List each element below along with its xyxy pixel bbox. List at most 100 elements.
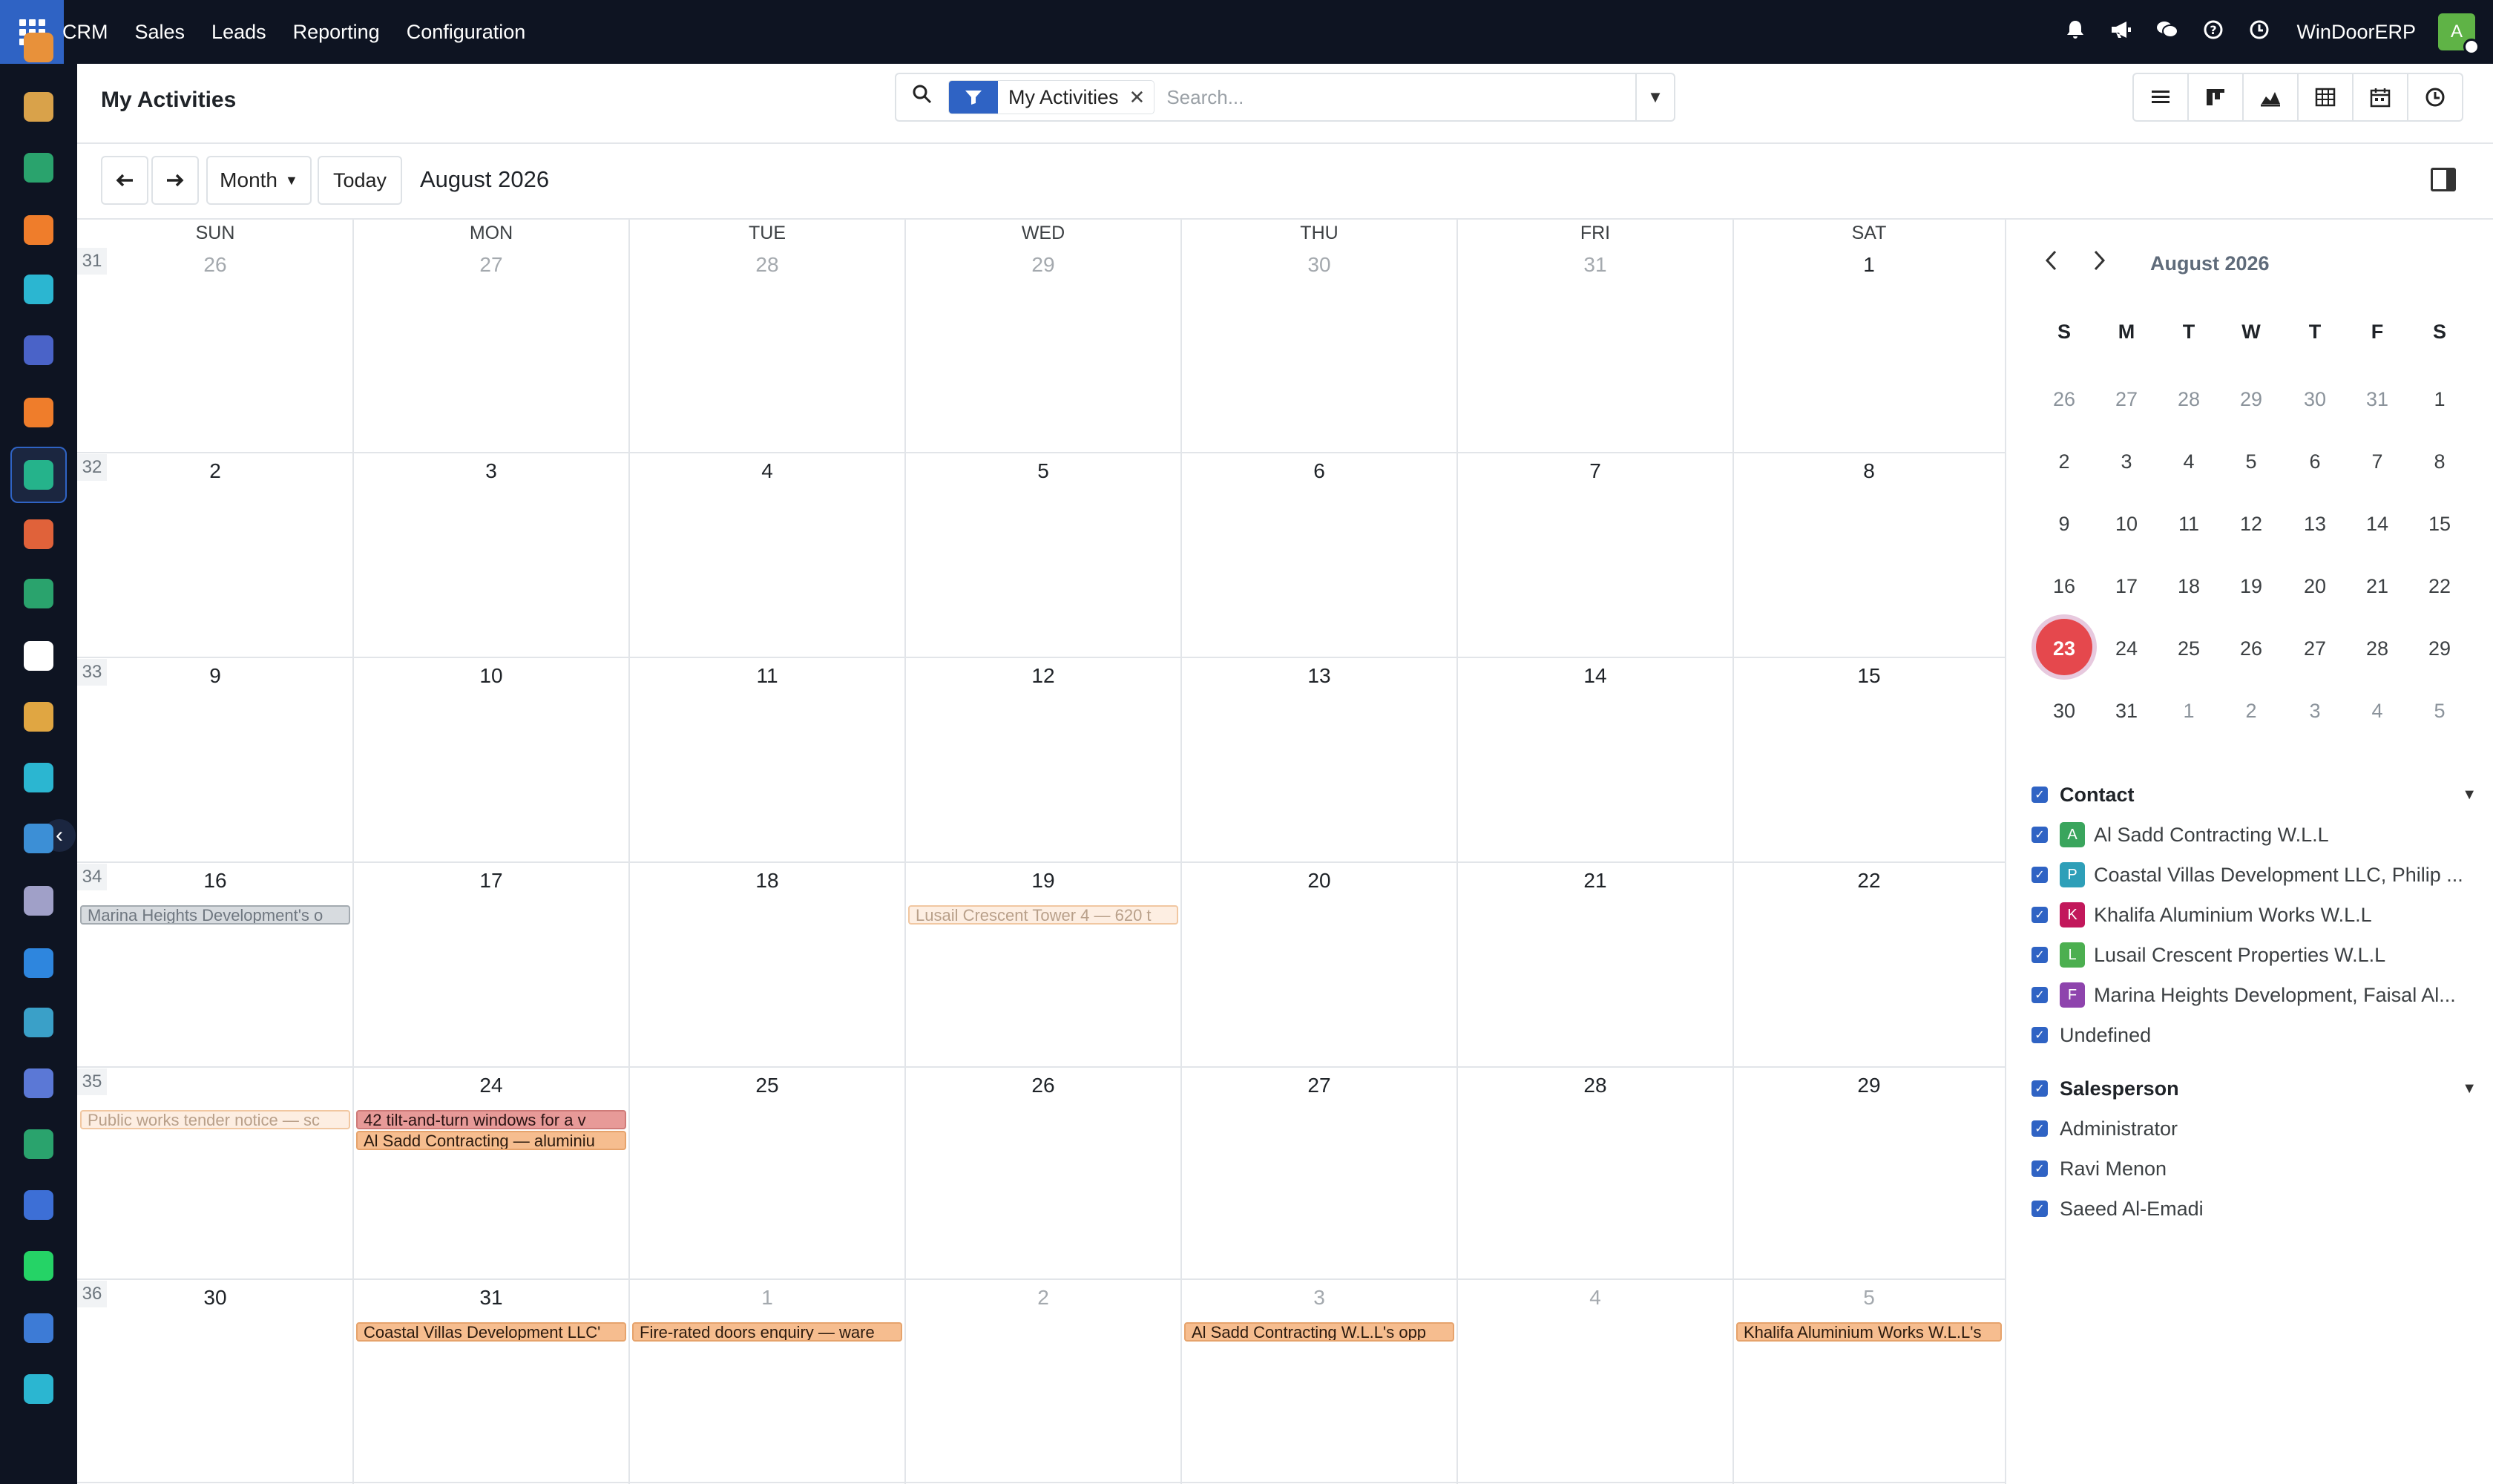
salesperson-filter-item[interactable]: ✓ Administrator (2031, 1109, 2477, 1149)
menu-configuration[interactable]: Configuration (407, 21, 526, 44)
contact-filter-item[interactable]: ✓ A Al Sadd Contracting W.L.L (2031, 815, 2477, 855)
dashboards-app-icon[interactable] (24, 1190, 53, 1220)
day-number[interactable]: 5 (1847, 1279, 1891, 1316)
day-number[interactable]: 30 (193, 1279, 237, 1316)
mini-day[interactable]: 21 (2346, 559, 2408, 613)
contact-filter-item[interactable]: ✓ F Marina Heights Development, Faisal Al.… (2031, 975, 2477, 1015)
checkbox-checked[interactable]: ✓ (2031, 827, 2048, 843)
salesperson-filter-item[interactable]: ✓ Saeed Al-Emadi (2031, 1189, 2477, 1229)
contact-filter-item[interactable]: ✓ K Khalifa Aluminium Works W.L.L (2031, 895, 2477, 935)
mini-day[interactable]: 20 (2284, 559, 2346, 613)
calendar-event[interactable]: 42 tilt-and-turn windows for a v (356, 1110, 626, 1129)
mini-day[interactable]: 22 (2408, 559, 2471, 613)
caret-down-icon[interactable]: ▼ (1635, 74, 1674, 120)
employees-app-icon[interactable] (24, 579, 53, 608)
mini-day[interactable]: 6 (2284, 435, 2346, 488)
salesperson-filter-item[interactable]: ✓ Ravi Menon (2031, 1149, 2477, 1189)
mini-day[interactable]: 24 (2095, 622, 2158, 675)
mini-day[interactable]: 28 (2158, 372, 2220, 426)
mini-day[interactable]: 9 (2033, 497, 2095, 551)
mini-day[interactable]: 27 (2284, 622, 2346, 675)
day-number[interactable]: 28 (745, 246, 789, 283)
mini-day[interactable]: 5 (2220, 435, 2282, 488)
mini-day[interactable]: 15 (2408, 497, 2471, 551)
studio-app-icon[interactable] (24, 1374, 53, 1404)
calendar-event[interactable]: Public works tender notice — sc (80, 1110, 350, 1129)
day-number[interactable]: 24 (469, 1067, 513, 1104)
mini-day[interactable]: 27 (2095, 372, 2158, 426)
company-name[interactable]: WinDoorERP (2296, 21, 2416, 44)
menu-crm[interactable]: CRM (62, 21, 108, 44)
list-view-icon[interactable] (2132, 73, 2189, 122)
checkbox-checked[interactable]: ✓ (2031, 787, 2048, 803)
week-number[interactable]: 35 (77, 1068, 107, 1095)
search-facet[interactable]: My Activities ✕ (948, 80, 1155, 114)
menu-sales[interactable]: Sales (135, 21, 185, 44)
day-number[interactable]: 4 (1573, 1279, 1617, 1316)
checkbox-checked[interactable]: ✓ (2031, 1160, 2048, 1177)
reporting-app-icon[interactable] (24, 519, 53, 549)
caret-down-icon[interactable]: ▼ (2462, 787, 2477, 804)
graph-view-icon[interactable] (2242, 73, 2299, 122)
mini-day[interactable]: 1 (2408, 372, 2471, 426)
week-number[interactable]: 32 (77, 454, 107, 481)
mini-day[interactable]: 30 (2284, 372, 2346, 426)
search-input[interactable]: Search... (1166, 86, 1635, 109)
crm-app-icon[interactable] (24, 33, 53, 62)
calendar-event[interactable]: Khalifa Aluminium Works W.L.L's (1736, 1322, 2002, 1342)
sales-app-icon[interactable] (24, 153, 53, 183)
calendar-event[interactable]: Fire-rated doors enquiry — ware (632, 1322, 902, 1342)
chat-icon[interactable] (2155, 20, 2179, 45)
day-number[interactable]: 1 (745, 1279, 789, 1316)
arrow-right-icon[interactable] (151, 156, 199, 205)
mini-day[interactable]: 4 (2346, 684, 2408, 738)
whatsapp-app-icon[interactable] (24, 1251, 53, 1281)
contact-filter-item[interactable]: ✓ L Lusail Crescent Properties W.L.L (2031, 935, 2477, 975)
mini-day[interactable]: 25 (2158, 622, 2220, 675)
mini-day[interactable]: 26 (2220, 622, 2282, 675)
checkbox-checked[interactable]: ✓ (2031, 987, 2048, 1003)
calendar-event[interactable]: Al Sadd Contracting — aluminiu (356, 1131, 626, 1150)
mini-day[interactable]: 2 (2033, 435, 2095, 488)
mini-day[interactable]: 10 (2095, 497, 2158, 551)
day-number[interactable]: 11 (745, 657, 789, 695)
day-number[interactable]: 31 (469, 1279, 513, 1316)
mini-day[interactable]: 29 (2220, 372, 2282, 426)
week-number[interactable]: 33 (77, 659, 107, 686)
mini-day[interactable]: 26 (2033, 372, 2095, 426)
purchase-app-icon[interactable] (24, 886, 53, 916)
mini-day[interactable]: 31 (2346, 372, 2408, 426)
checkbox-checked[interactable]: ✓ (2031, 1120, 2048, 1137)
mini-day[interactable]: 18 (2158, 559, 2220, 613)
day-number[interactable]: 9 (193, 657, 237, 695)
day-number[interactable]: 20 (1297, 862, 1341, 899)
mini-day[interactable]: 4 (2158, 435, 2220, 488)
calendar-event[interactable]: Coastal Villas Development LLC' (356, 1322, 626, 1342)
livechat-app-icon[interactable] (24, 398, 53, 427)
contact-filter-item[interactable]: ✓ P Coastal Villas Development LLC, Philip… (2031, 855, 2477, 895)
day-number[interactable]: 12 (1021, 657, 1065, 695)
calendar-event[interactable]: Al Sadd Contracting W.L.L's opp (1184, 1322, 1454, 1342)
search-icon[interactable] (896, 84, 948, 111)
sign-app-icon[interactable] (24, 1129, 53, 1159)
day-number[interactable]: 17 (469, 862, 513, 899)
calendar-view-icon[interactable] (2352, 73, 2408, 122)
day-number[interactable]: 13 (1297, 657, 1341, 695)
day-number[interactable]: 7 (1573, 453, 1617, 490)
mini-day[interactable]: 14 (2346, 497, 2408, 551)
megaphone-icon[interactable] (2109, 20, 2133, 45)
mini-day[interactable]: 3 (2284, 684, 2346, 738)
day-number[interactable]: 2 (193, 453, 237, 490)
activities-app-icon[interactable] (24, 460, 53, 490)
day-number[interactable]: 22 (1847, 862, 1891, 899)
arrow-left-icon[interactable] (101, 156, 148, 205)
mini-day[interactable]: 30 (2033, 684, 2095, 738)
day-number[interactable]: 3 (469, 453, 513, 490)
mini-day[interactable]: 16 (2033, 559, 2095, 613)
day-number[interactable]: 26 (1021, 1067, 1065, 1104)
discuss-app-icon[interactable] (24, 215, 53, 245)
week-number[interactable]: 34 (77, 864, 107, 890)
invoicing-app-icon[interactable] (24, 948, 53, 978)
activity-view-icon[interactable] (2407, 73, 2463, 122)
timesheet-app-icon[interactable] (24, 1313, 53, 1343)
